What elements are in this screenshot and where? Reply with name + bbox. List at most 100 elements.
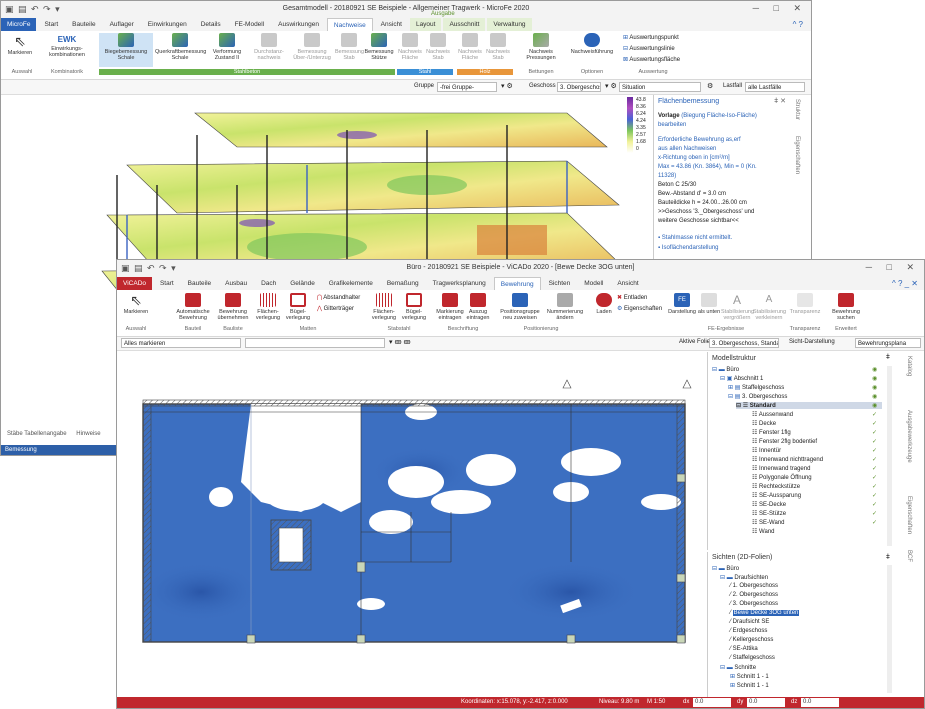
situation-filter-icon[interactable]: ⚙ bbox=[707, 82, 713, 90]
tab-einwirkungen[interactable]: Einwirkungen bbox=[142, 18, 193, 31]
nachweis-flaeche-steel-button[interactable]: Nachweis Fläche bbox=[397, 33, 423, 61]
bemessung-ueber-button[interactable]: Bemessung Über-/Unterzug bbox=[291, 33, 333, 61]
lastfall-select[interactable]: alle Lastfälle bbox=[745, 82, 805, 92]
auszug-button[interactable]: Auszug eintragen bbox=[465, 293, 491, 321]
buegelverlegung-stab-button[interactable]: Bügel-verlegung bbox=[399, 293, 429, 321]
bearbeiten-link[interactable]: bearbeiten bbox=[658, 122, 686, 128]
markierung-button[interactable]: Markierung eintragen bbox=[435, 293, 465, 321]
panel-pin-icon[interactable]: ǂ bbox=[886, 354, 890, 361]
tab-ausschnitt[interactable]: Ausschnitt bbox=[443, 18, 486, 31]
querkraftbemessung-button[interactable]: Querkraftbemessung Schale bbox=[155, 33, 206, 61]
tab-gelaende[interactable]: Gelände bbox=[284, 277, 321, 290]
tab-katalog[interactable]: Katalog bbox=[906, 356, 912, 376]
tree-item[interactable]: ⊟ ▣ Abschnitt 1 bbox=[720, 375, 763, 382]
tab-sichten[interactable]: Sichten bbox=[543, 277, 577, 290]
biegebemessung-button[interactable]: Biegebemessung Schale bbox=[99, 33, 153, 67]
durchstanz-button[interactable]: Durchstanz-nachweis bbox=[249, 33, 289, 61]
dy-field[interactable]: 0.0 bbox=[747, 698, 785, 707]
gruppe-select[interactable]: -frei Gruppe- bbox=[437, 82, 497, 92]
panel-controls[interactable]: ǂ ✕ bbox=[774, 97, 786, 105]
stabilisierung-vergroessern-button[interactable]: A Stabilisierung vergrößern bbox=[721, 293, 754, 321]
tab-eigenschaften[interactable]: Eigenschaften bbox=[906, 496, 912, 534]
visibility-column[interactable]: ◉ ◉ ◉ ◉ ◉ ✓ ✓ ✓ ✓ ✓ ✓ ✓ ✓ ✓ ✓ ✓ ✓ ✓ bbox=[872, 366, 882, 528]
tab-bewehrung[interactable]: Bewehrung bbox=[493, 277, 541, 291]
scale-readout[interactable]: M 1:50 bbox=[647, 697, 665, 708]
tree-item[interactable]: ⊟ ▬ Schnitte bbox=[720, 664, 756, 671]
tree-item[interactable]: ☷ Innentür bbox=[752, 447, 781, 454]
buegelverlegung-button[interactable]: Bügel-verlegung bbox=[283, 293, 313, 321]
tree-item[interactable]: ☷ Innenwand nichttragend bbox=[752, 456, 823, 463]
geschoss-select[interactable]: 3. Obergeschoss bbox=[557, 82, 601, 92]
tree-item[interactable]: ☷ Fenster 2flg bodentief bbox=[752, 438, 817, 445]
window-controls[interactable]: ─ □ ✕ bbox=[866, 262, 920, 273]
nachweis-stab-steel-button[interactable]: Nachweis Stab bbox=[425, 33, 451, 61]
gruppe-filter-icon[interactable]: ▾ ⚙ bbox=[501, 82, 513, 90]
tab-eigenschaften[interactable]: Eigenschaften bbox=[794, 136, 800, 174]
tree-item[interactable]: ☷ Decke bbox=[752, 420, 776, 427]
tree-item[interactable]: ☷ Wand bbox=[752, 528, 775, 535]
auswertungspunkt-button[interactable]: ⊞ Auswertungspunkt bbox=[623, 34, 679, 41]
tab-auflager[interactable]: Auflager bbox=[104, 18, 140, 31]
verformung-button[interactable]: Verformung Zustand II bbox=[207, 33, 247, 61]
tree-item[interactable]: ⊞ Schnitt 1 - 1 bbox=[730, 682, 769, 689]
tab-vicado[interactable]: ViCADo bbox=[117, 277, 153, 290]
nachweis-pressungen-button[interactable]: Nachweis Pressungen bbox=[521, 33, 561, 61]
tree-item[interactable]: ⁄ SE-Attika bbox=[730, 646, 758, 652]
tab-dach[interactable]: Dach bbox=[255, 277, 282, 290]
tab-start[interactable]: Start bbox=[38, 18, 64, 31]
tab-bauteile[interactable]: Bauteile bbox=[182, 277, 218, 290]
bewehrung-suchen-button[interactable]: Bewehrung suchen bbox=[829, 293, 863, 321]
tree-item[interactable]: ⊟ ▬ Büro bbox=[712, 565, 739, 572]
tab-details[interactable]: Details bbox=[195, 18, 227, 31]
tree-item[interactable]: ⁄ Erdgeschoss bbox=[730, 628, 767, 634]
geschoss-filter-icon[interactable]: ▾ ⚙ bbox=[605, 82, 617, 90]
tab-start[interactable]: Start bbox=[154, 277, 180, 290]
selection-filter-select[interactable]: Alles markieren bbox=[121, 338, 241, 348]
dx-field[interactable]: 0.0 bbox=[693, 698, 731, 707]
binoculars-icon[interactable]: ▾ ꙭ ꙭ bbox=[389, 338, 411, 346]
tree-item[interactable]: ☷ SE-Stütze bbox=[752, 510, 786, 517]
window-controls[interactable]: ─ □ ✕ bbox=[753, 3, 807, 14]
tree-item[interactable]: ☷ Aussenwand bbox=[752, 411, 793, 418]
bewehrung-uebernehmen-button[interactable]: Bewehrung übernehmen bbox=[215, 293, 251, 321]
auswertungsflaeche-button[interactable]: ⊠ Auswertungsfläche bbox=[623, 56, 680, 63]
abstandhalter-button[interactable]: ⋂ Abstandhalter bbox=[317, 294, 360, 301]
tab-nachweise[interactable]: Nachweise bbox=[326, 18, 373, 32]
tab-auswirkungen[interactable]: Auswirkungen bbox=[272, 18, 325, 31]
tree-item[interactable]: ⁄ Staffelgeschoss bbox=[730, 655, 775, 661]
auto-bewehrung-button[interactable]: Automatische Bewehrung bbox=[173, 293, 213, 321]
flaechenverlegung-stab-button[interactable]: Flächen-verlegung bbox=[369, 293, 399, 321]
tree-item[interactable]: ☷ SE-Wand bbox=[752, 519, 785, 526]
tab-hinweise[interactable]: Hinweise bbox=[76, 431, 100, 437]
tree-item[interactable]: ☷ Fenster 1flg bbox=[752, 429, 791, 436]
tab-bauteile[interactable]: Bauteile bbox=[66, 18, 102, 31]
tab-struktur[interactable]: Struktur bbox=[794, 99, 800, 120]
markieren-button[interactable]: ⇖ Markieren bbox=[121, 293, 151, 315]
tree-item[interactable]: ⁄ 3. Obergeschoss bbox=[730, 601, 778, 607]
vicado-plan-viewport[interactable] bbox=[121, 352, 705, 698]
stabilisierung-verkleinern-button[interactable]: A Stabilisierung verkleinern bbox=[753, 293, 786, 321]
sicht-select[interactable]: Bewehrungsplana bbox=[855, 338, 921, 348]
markieren-button[interactable]: ⇖ Markieren bbox=[5, 34, 35, 56]
als-unten-button[interactable]: als unten bbox=[697, 293, 721, 315]
tree-item[interactable]: ☷ SE-Decke bbox=[752, 501, 786, 508]
tree-item[interactable]: ☷ Innenwand tragend bbox=[752, 465, 810, 472]
tree-item[interactable]: ⊟ ▬ Draufsichten bbox=[720, 574, 768, 581]
gittertraeger-button[interactable]: ⋀ Gitterträger bbox=[317, 305, 354, 312]
laden-button[interactable]: Laden bbox=[593, 293, 615, 315]
tab-ansicht[interactable]: Ansicht bbox=[375, 18, 408, 31]
darstellung-button[interactable]: FE Darstellung bbox=[667, 293, 697, 315]
auswertungslinie-button[interactable]: ⊟ Auswertungslinie bbox=[623, 45, 675, 52]
nachweis-stab-holz-button[interactable]: Nachweis Stab bbox=[485, 33, 511, 61]
tab-bemassung[interactable]: Bemaßung bbox=[381, 277, 425, 290]
tree-item[interactable]: ⊟ ▤ 3. Obergeschoss bbox=[728, 393, 787, 400]
tree-item[interactable]: ⊞ Schnitt 1 - 1 bbox=[730, 673, 769, 680]
tab-microfe[interactable]: MicroFe bbox=[1, 18, 37, 31]
tree-item[interactable]: ⁄ Kellergeschoss bbox=[730, 637, 773, 643]
help-icon[interactable]: ^ ? bbox=[793, 20, 803, 29]
tree-item[interactable]: ⁄ Draufsicht SE bbox=[730, 619, 769, 625]
dz-field[interactable]: 0.0 bbox=[801, 698, 839, 707]
tab-fe-modell[interactable]: FE-Modell bbox=[229, 18, 271, 31]
bemessung-stab-button[interactable]: Bemessung Stab bbox=[335, 33, 364, 61]
tree-item[interactable]: ⊟ ▬ Büro bbox=[712, 366, 739, 373]
